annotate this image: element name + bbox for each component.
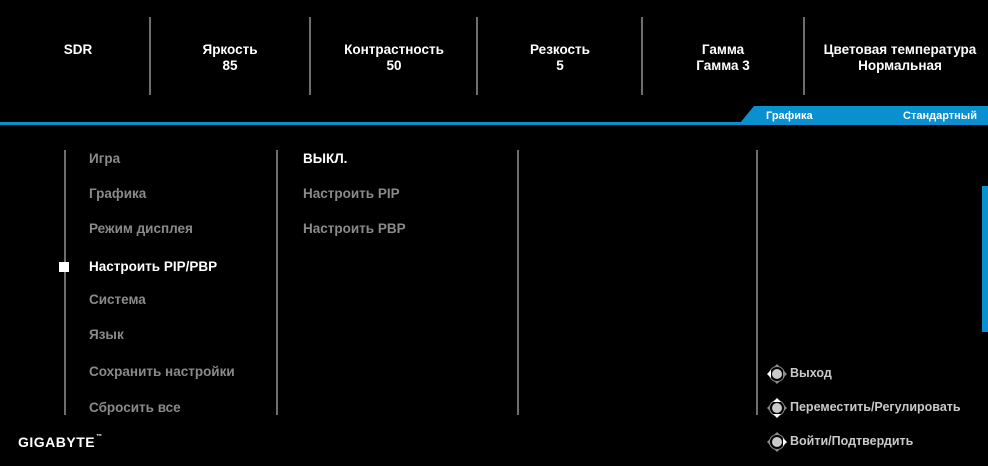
- submenu-item-pbp-setup[interactable]: Настроить PBP: [303, 221, 406, 237]
- status-value: Гамма 3: [696, 58, 750, 73]
- status-gamma: Гамма Гамма 3: [678, 42, 768, 74]
- gigabyte-logo: GIGABYTE™: [18, 434, 103, 450]
- selection-marker: [59, 262, 69, 272]
- status-label: Гамма: [701, 42, 745, 57]
- submenu-item-pip-setup[interactable]: Настроить PIP: [303, 186, 400, 202]
- status-label: Цветовая температура: [823, 42, 977, 57]
- column-divider: [276, 150, 278, 415]
- status-contrast: Контрастность 50: [330, 42, 458, 74]
- divider: [476, 17, 478, 95]
- divider: [149, 17, 151, 95]
- status-label: SDR: [63, 42, 93, 57]
- column-divider: [517, 150, 519, 415]
- submenu-item-off[interactable]: ВЫКЛ.: [303, 151, 347, 167]
- scrollbar[interactable]: [982, 186, 988, 332]
- divider: [641, 17, 643, 95]
- status-value: 5: [556, 58, 564, 73]
- trademark-mark: ™: [96, 434, 103, 440]
- joystick-right-icon: [767, 432, 787, 452]
- menu-item-system[interactable]: Система: [89, 292, 146, 308]
- menu-item-picture[interactable]: Графика: [89, 186, 146, 202]
- menu-item-language[interactable]: Язык: [89, 327, 124, 343]
- joystick-left-icon: [767, 364, 787, 384]
- logo-text: GIGABYTE: [18, 434, 96, 450]
- column-divider: [64, 150, 66, 415]
- status-value: 50: [386, 58, 402, 73]
- status-label: Яркость: [202, 42, 258, 57]
- accent-line: [0, 122, 988, 125]
- hint-label: Переместить/Регулировать: [790, 400, 961, 414]
- status-sdr: SDR: [52, 42, 104, 58]
- menu-item-reset-all[interactable]: Сбросить все: [89, 400, 181, 416]
- hint-label: Войти/Подтвердить: [790, 434, 914, 448]
- divider: [309, 17, 311, 95]
- menu-item-game[interactable]: Игра: [89, 151, 120, 167]
- menu-item-display-mode[interactable]: Режим дисплея: [89, 221, 193, 237]
- hint-label: Выход: [790, 366, 832, 380]
- menu-item-save-settings[interactable]: Сохранить настройки: [89, 364, 235, 380]
- column-divider: [756, 150, 758, 415]
- joystick-updown-icon: [767, 398, 787, 418]
- status-label: Резкость: [530, 42, 590, 57]
- monitor-osd: SDR Яркость 85 Контрастность 50 Резкость…: [0, 0, 988, 466]
- status-brightness: Яркость 85: [185, 42, 275, 74]
- status-value: Нормальная: [858, 58, 942, 73]
- status-label: Контрастность: [344, 42, 444, 57]
- status-sharpness: Резкость 5: [515, 42, 605, 74]
- divider: [803, 17, 805, 95]
- tab-mode: Стандартный: [903, 110, 977, 122]
- tab-category: Графика: [766, 110, 813, 122]
- status-color-temperature: Цветовая температура Нормальная: [812, 42, 988, 74]
- status-value: 85: [222, 58, 238, 73]
- menu-item-pip-pbp[interactable]: Настроить PIP/PBP: [89, 259, 217, 275]
